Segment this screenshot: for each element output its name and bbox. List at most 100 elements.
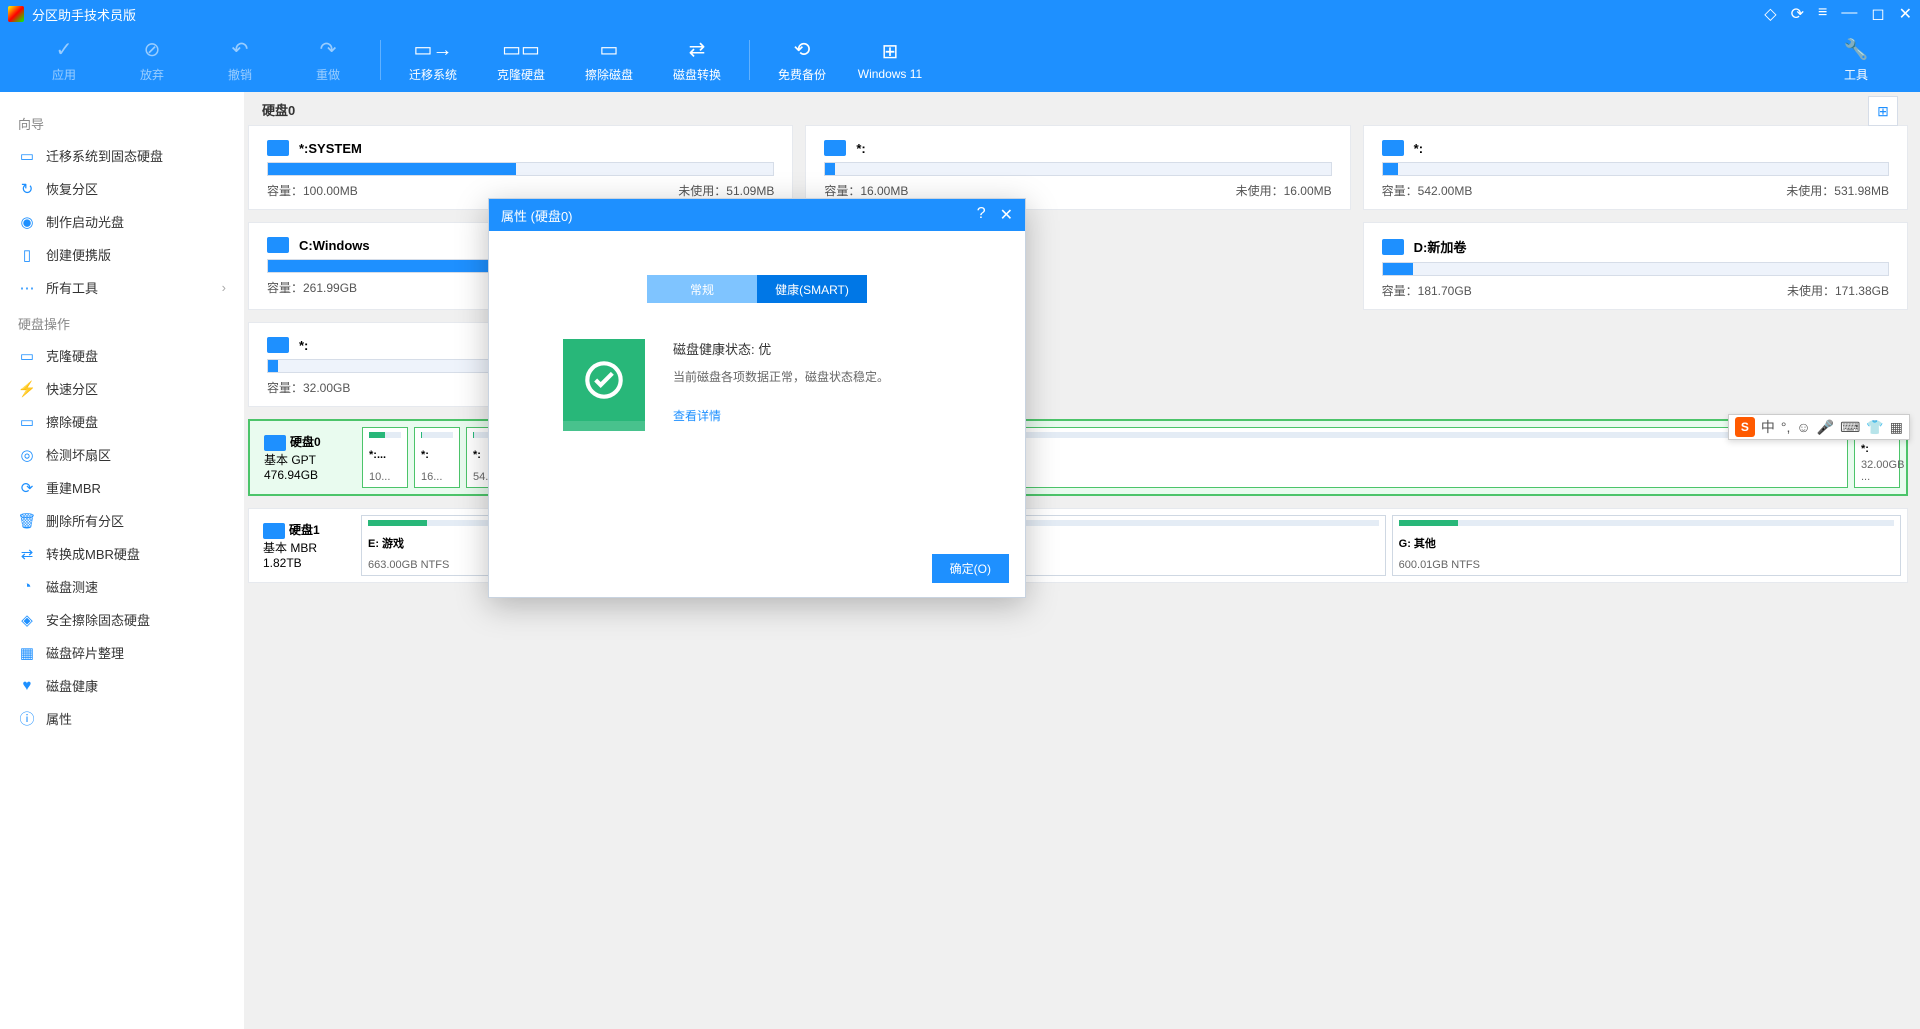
partition-icon bbox=[267, 140, 289, 156]
sidebar-item-delete-all[interactable]: 🗑删除所有分区 bbox=[0, 504, 244, 537]
wipe-icon: ▭ bbox=[595, 38, 623, 62]
window-controls: ◇ ⟳ ≡ — ◻ ✕ bbox=[1764, 4, 1912, 24]
ime-skin-icon[interactable]: 👕 bbox=[1866, 419, 1883, 436]
tab-general[interactable]: 常规 bbox=[647, 275, 757, 303]
dialog-close-icon[interactable]: ✕ bbox=[1000, 205, 1013, 225]
redo-button[interactable]: ↷重做 bbox=[284, 28, 372, 92]
cd-icon: ◉ bbox=[18, 213, 36, 231]
clone-button[interactable]: ▭▭克隆硬盘 bbox=[477, 28, 565, 92]
recover-icon: ↻ bbox=[18, 180, 36, 198]
partition-name: D:新加卷 bbox=[1414, 237, 1467, 256]
rebuild-icon: ⟳ bbox=[18, 479, 36, 497]
partition-card[interactable]: D:新加卷 容量：181.70GB未使用：171.38GB bbox=[1363, 222, 1908, 310]
partition-icon bbox=[1382, 239, 1404, 255]
ok-button[interactable]: 确定(O) bbox=[932, 554, 1009, 583]
check-icon: ✓ bbox=[50, 38, 78, 62]
toolbar-divider bbox=[749, 40, 750, 80]
bolt-icon: ⚡ bbox=[18, 380, 36, 398]
partition-segment[interactable]: *:... 10... bbox=[362, 427, 408, 488]
sidebar-item-convert-mbr[interactable]: ⇄转换成MBR硬盘 bbox=[0, 537, 244, 570]
ime-keyboard-icon[interactable]: ⌨ bbox=[1840, 419, 1860, 436]
sidebar: 向导 ▭迁移系统到固态硬盘 ↻恢复分区 ◉制作启动光盘 ▯创建便携版 ⋯所有工具… bbox=[0, 92, 244, 1029]
win11-button[interactable]: ⊞Windows 11 bbox=[846, 28, 934, 92]
sidebar-item-clone-disk[interactable]: ▭克隆硬盘 bbox=[0, 339, 244, 372]
view-toggle-button[interactable]: ⊞ bbox=[1868, 96, 1898, 126]
usb-icon: ▯ bbox=[18, 246, 36, 264]
disk-strip-header: 硬盘0 基本 GPT476.94GB bbox=[256, 427, 356, 488]
sidebar-item-properties[interactable]: ⓘ属性 bbox=[0, 702, 244, 735]
disk-strip-header: 硬盘1 基本 MBR1.82TB bbox=[255, 515, 355, 576]
sidebar-item-portable[interactable]: ▯创建便携版 bbox=[0, 238, 244, 271]
convert-button[interactable]: ⇄磁盘转换 bbox=[653, 28, 741, 92]
clone-icon: ▭ bbox=[18, 347, 36, 365]
minimize-icon[interactable]: — bbox=[1841, 4, 1857, 24]
ime-punct-icon[interactable]: °, bbox=[1781, 419, 1791, 435]
sidebar-item-secure-erase[interactable]: ◈安全擦除固态硬盘 bbox=[0, 603, 244, 636]
ime-mic-icon[interactable]: 🎤 bbox=[1817, 419, 1834, 436]
migrate-icon: ▭→ bbox=[419, 38, 447, 62]
maximize-icon[interactable]: ◻ bbox=[1871, 4, 1884, 24]
usage-bar bbox=[1382, 162, 1889, 176]
wipe-button[interactable]: ▭擦除磁盘 bbox=[565, 28, 653, 92]
partition-icon bbox=[267, 337, 289, 353]
disk-icon bbox=[263, 523, 285, 539]
migrate-button[interactable]: ▭→迁移系统 bbox=[389, 28, 477, 92]
clone-icon: ▭▭ bbox=[507, 38, 535, 62]
ime-emoji-icon[interactable]: ☺ bbox=[1796, 419, 1810, 435]
sidebar-item-quick-partition[interactable]: ⚡快速分区 bbox=[0, 372, 244, 405]
sidebar-item-bootcd[interactable]: ◉制作启动光盘 bbox=[0, 205, 244, 238]
sidebar-item-defrag[interactable]: ▦磁盘碎片整理 bbox=[0, 636, 244, 669]
view-details-link[interactable]: 查看详情 bbox=[673, 407, 889, 424]
usage-bar bbox=[1382, 262, 1889, 276]
capacity-text: 容量：16.00MB bbox=[824, 182, 908, 199]
menu-icon[interactable]: ≡ bbox=[1818, 4, 1827, 24]
capacity-text: 容量：32.00GB bbox=[267, 379, 350, 396]
dialog-help-icon[interactable]: ? bbox=[977, 205, 986, 225]
tools-button[interactable]: 🔧工具 bbox=[1812, 28, 1900, 92]
redo-icon: ↷ bbox=[314, 38, 342, 62]
undo-icon: ↶ bbox=[226, 38, 254, 62]
sidebar-item-alltools[interactable]: ⋯所有工具› bbox=[0, 271, 244, 304]
sidebar-item-recover[interactable]: ↻恢复分区 bbox=[0, 172, 244, 205]
close-icon[interactable]: ✕ bbox=[1899, 4, 1912, 24]
main-toolbar: ✓应用 ⊘放弃 ↶撤销 ↷重做 ▭→迁移系统 ▭▭克隆硬盘 ▭擦除磁盘 ⇄磁盘转… bbox=[0, 28, 1920, 92]
capacity-text: 容量：181.70GB bbox=[1382, 282, 1472, 299]
sidebar-item-migrate-ssd[interactable]: ▭迁移系统到固态硬盘 bbox=[0, 139, 244, 172]
partition-segment[interactable]: G: 其他 600.01GB NTFS bbox=[1392, 515, 1901, 576]
partition-icon bbox=[824, 140, 846, 156]
dialog-titlebar: 属性 (硬盘0) ? ✕ bbox=[489, 199, 1025, 231]
ssd-icon: ▭ bbox=[18, 147, 36, 165]
dialog-title: 属性 (硬盘0) bbox=[501, 206, 573, 225]
ime-toolbox-icon[interactable]: ▦ bbox=[1890, 419, 1903, 436]
shield-icon: ◈ bbox=[18, 611, 36, 629]
discard-button[interactable]: ⊘放弃 bbox=[108, 28, 196, 92]
partition-card[interactable]: *: 容量：542.00MB未使用：531.98MB bbox=[1363, 125, 1908, 210]
health-desc-text: 当前磁盘各项数据正常，磁盘状态稳定。 bbox=[673, 368, 889, 385]
health-ok-icon bbox=[563, 339, 645, 421]
undo-button[interactable]: ↶撤销 bbox=[196, 28, 284, 92]
ime-lang[interactable]: 中 bbox=[1761, 417, 1775, 437]
sidebar-item-wipe-disk[interactable]: ▭擦除硬盘 bbox=[0, 405, 244, 438]
ime-toolbar[interactable]: S 中 °, ☺ 🎤 ⌨ 👕 ▦ bbox=[1728, 414, 1910, 440]
heart-icon: ♥ bbox=[18, 677, 36, 695]
partition-segment[interactable]: *: 16... bbox=[414, 427, 460, 488]
apply-button[interactable]: ✓应用 bbox=[20, 28, 108, 92]
backup-button[interactable]: ⟲免费备份 bbox=[758, 28, 846, 92]
partition-icon bbox=[267, 237, 289, 253]
disk-icon bbox=[264, 435, 286, 451]
properties-dialog: 属性 (硬盘0) ? ✕ 常规 健康(SMART) 磁盘健康状态: 优 当前磁盘… bbox=[488, 198, 1026, 598]
partition-icon bbox=[1382, 140, 1404, 156]
tab-smart[interactable]: 健康(SMART) bbox=[757, 275, 867, 303]
partition-name: *:SYSTEM bbox=[299, 141, 362, 156]
refresh-icon[interactable]: ⟳ bbox=[1791, 4, 1804, 24]
scan-icon: ◎ bbox=[18, 446, 36, 464]
sidebar-item-speed[interactable]: ◔磁盘测速 bbox=[0, 570, 244, 603]
sidebar-item-badsector[interactable]: ◎检测坏扇区 bbox=[0, 438, 244, 471]
sidebar-item-health[interactable]: ♥磁盘健康 bbox=[0, 669, 244, 702]
trash-icon: 🗑 bbox=[18, 512, 36, 530]
feedback-icon[interactable]: ◇ bbox=[1764, 4, 1776, 24]
usage-bar bbox=[267, 162, 774, 176]
sidebar-item-rebuild-mbr[interactable]: ⟳重建MBR bbox=[0, 471, 244, 504]
cancel-icon: ⊘ bbox=[138, 38, 166, 62]
wrench-icon: 🔧 bbox=[1842, 38, 1870, 62]
